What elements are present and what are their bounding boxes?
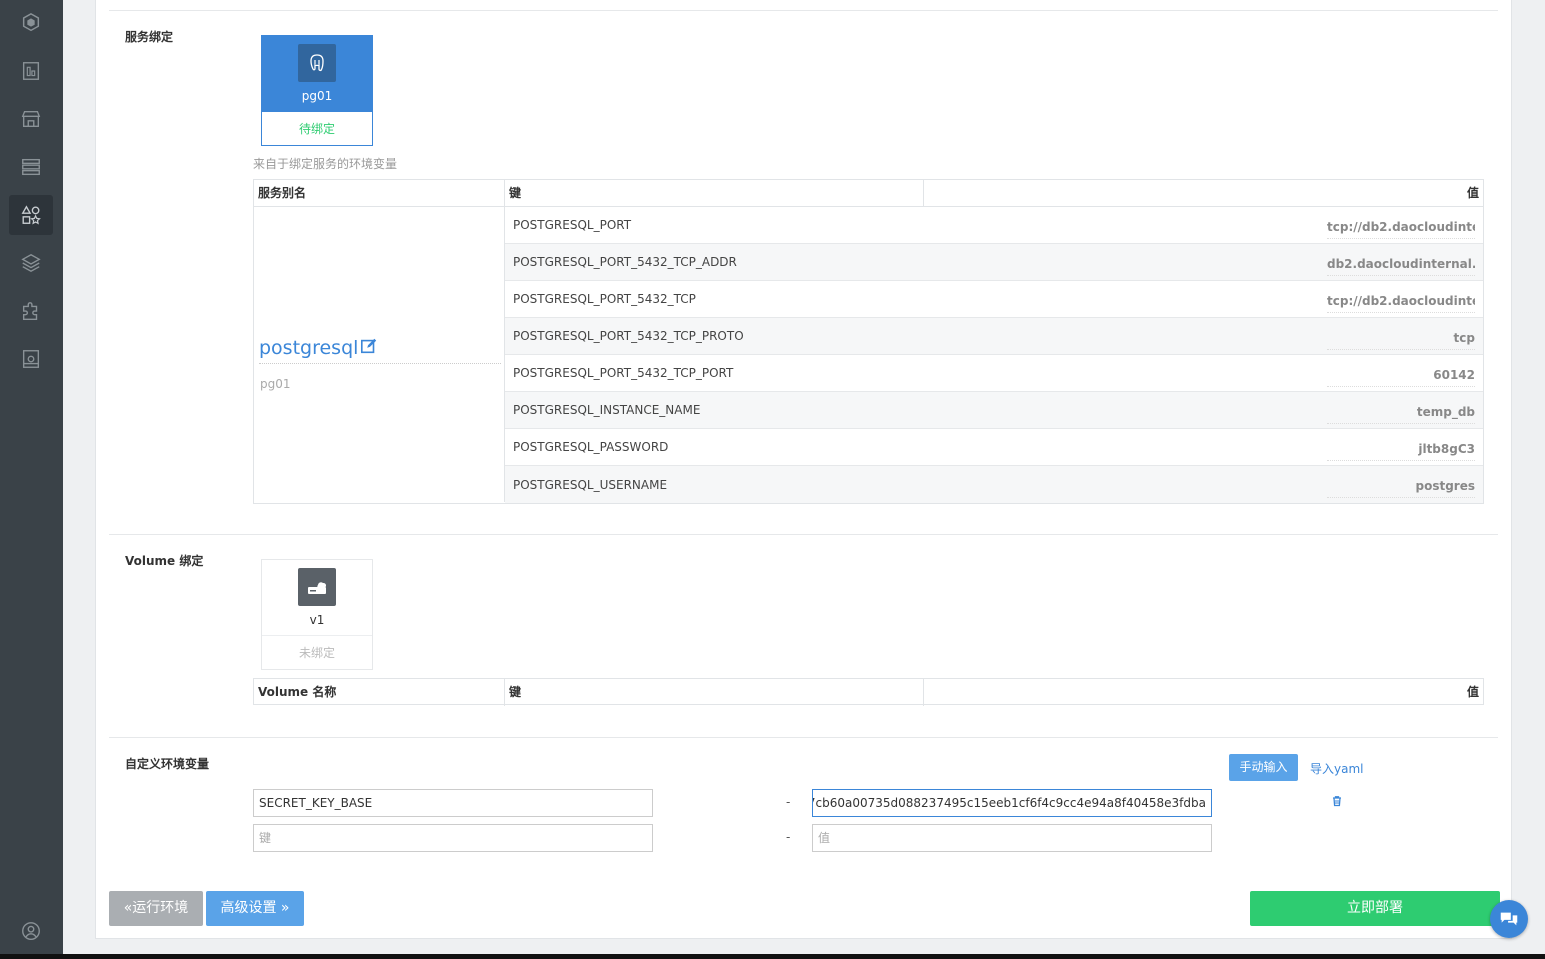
chat-icon[interactable] [1490,900,1528,938]
logo-icon[interactable] [9,3,53,43]
table-row: POSTGRESQL_PORT_5432_TCP_PROTO tcp [505,318,1483,355]
env-key: POSTGRESQL_PORT_5432_TCP [513,292,696,306]
divider [109,534,1498,535]
service-card[interactable]: pg01 待绑定 [261,35,373,146]
layers-icon[interactable] [9,243,53,283]
new-value-input[interactable]: 值 [812,824,1212,852]
custom-env-label: 自定义环境变量 [125,757,210,771]
service-card-status: 待绑定 [298,122,335,136]
table-row: POSTGRESQL_PASSWORD jltb8gC3 [505,429,1483,466]
manual-input-button[interactable]: 手动输入 [1229,754,1298,781]
divider [109,737,1498,738]
env-value[interactable]: jltb8gC3 [1327,442,1475,461]
trash-icon[interactable] [1331,795,1343,807]
header-alias: 服务别名 [254,180,505,206]
header-value: 值 [1466,186,1479,200]
plugin-icon[interactable] [9,291,53,331]
edit-icon[interactable] [360,337,378,360]
env-key: POSTGRESQL_PORT_5432_TCP_ADDR [513,255,737,269]
sidebar [0,0,63,959]
env-value[interactable]: tcp://db2.daocloudinter [1327,294,1475,313]
volume-table: Volume 名称 键 值 [253,678,1484,706]
env-value-text: i7cb60a00735d088237495c15eeb1cf6f4c9cc4e… [812,796,1206,810]
back-runtime-button[interactable]: «运行环境 [109,891,203,926]
volume-card[interactable]: v1 未绑定 [261,559,373,670]
env-value-input[interactable]: i7cb60a00735d088237495c15eeb1cf6f4c9cc4e… [812,789,1212,817]
table-row: POSTGRESQL_PORT_5432_TCP tcp://db2.daoclo… [505,281,1483,318]
table-header: 服务别名 键 值 [254,180,1483,207]
separator: - [786,795,791,809]
service-env-table: 服务别名 键 值 postgresql pg01 POSTGRESQL_PORT… [253,179,1484,504]
volume-binding-label: Volume 绑定 [125,554,204,568]
table-row: POSTGRESQL_INSTANCE_NAME temp_db [505,392,1483,429]
alias-cell: postgresql pg01 [254,207,505,502]
table-row: POSTGRESQL_PORT tcp://db2.daocloudinter [505,207,1483,244]
table-row: POSTGRESQL_USERNAME postgres [505,466,1483,503]
header-key: 键 [505,679,924,706]
apps-icon[interactable] [9,195,53,235]
bottom-bar [0,954,1545,959]
server-icon[interactable] [9,147,53,187]
table-header: Volume 名称 键 值 [254,679,1483,706]
monitor-icon[interactable] [9,339,53,379]
alias-editable[interactable]: postgresql [259,337,501,364]
header-key: 键 [505,180,924,206]
table-row: POSTGRESQL_PORT_5432_TCP_PORT 60142 [505,355,1483,392]
env-key: POSTGRESQL_PORT_5432_TCP_PROTO [513,329,744,343]
main-panel: 服务绑定 pg01 待绑定 来自于绑定服务的环境变量 服务别名 键 值 post… [95,0,1512,939]
user-icon[interactable] [9,911,53,951]
dashboard-icon[interactable] [9,51,53,91]
new-key-input[interactable]: 键 [253,824,653,852]
env-key: POSTGRESQL_PASSWORD [513,440,669,454]
header-volume-name: Volume 名称 [254,679,505,706]
store-icon[interactable] [9,99,53,139]
env-key: POSTGRESQL_PORT [513,218,632,232]
env-key: POSTGRESQL_INSTANCE_NAME [513,403,701,417]
env-key: POSTGRESQL_PORT_5432_TCP_PORT [513,366,734,380]
deploy-now-button[interactable]: 立即部署 [1250,891,1500,926]
volume-card-name: v1 [309,613,325,627]
volume-card-status: 未绑定 [298,646,335,660]
divider [109,10,1498,11]
service-card-name: pg01 [301,89,333,103]
env-value[interactable]: tcp [1327,331,1475,350]
env-value[interactable]: tcp://db2.daocloudinter [1327,220,1475,239]
service-binding-label: 服务绑定 [125,30,174,44]
env-note: 来自于绑定服务的环境变量 [253,157,398,171]
volume-icon [298,568,336,606]
env-value[interactable]: postgres [1327,479,1475,498]
table-row: POSTGRESQL_PORT_5432_TCP_ADDR db2.daoclou… [505,244,1483,281]
env-value[interactable]: temp_db [1327,405,1475,424]
advanced-settings-button[interactable]: 高级设置 » [206,891,304,926]
import-yaml-link[interactable]: 导入yaml [1310,760,1363,777]
env-rows: POSTGRESQL_PORT tcp://db2.daocloudinter P… [505,207,1483,503]
separator: - [786,830,791,844]
header-value: 值 [1466,685,1479,699]
env-value[interactable]: db2.daocloudinternal.io [1327,257,1475,276]
alias-name: postgresql [259,337,359,359]
alias-sub: pg01 [260,377,291,391]
env-value[interactable]: 60142 [1327,368,1475,387]
env-key-input[interactable]: SECRET_KEY_BASE [253,789,653,817]
postgresql-icon [298,44,336,82]
env-key: POSTGRESQL_USERNAME [513,477,668,492]
